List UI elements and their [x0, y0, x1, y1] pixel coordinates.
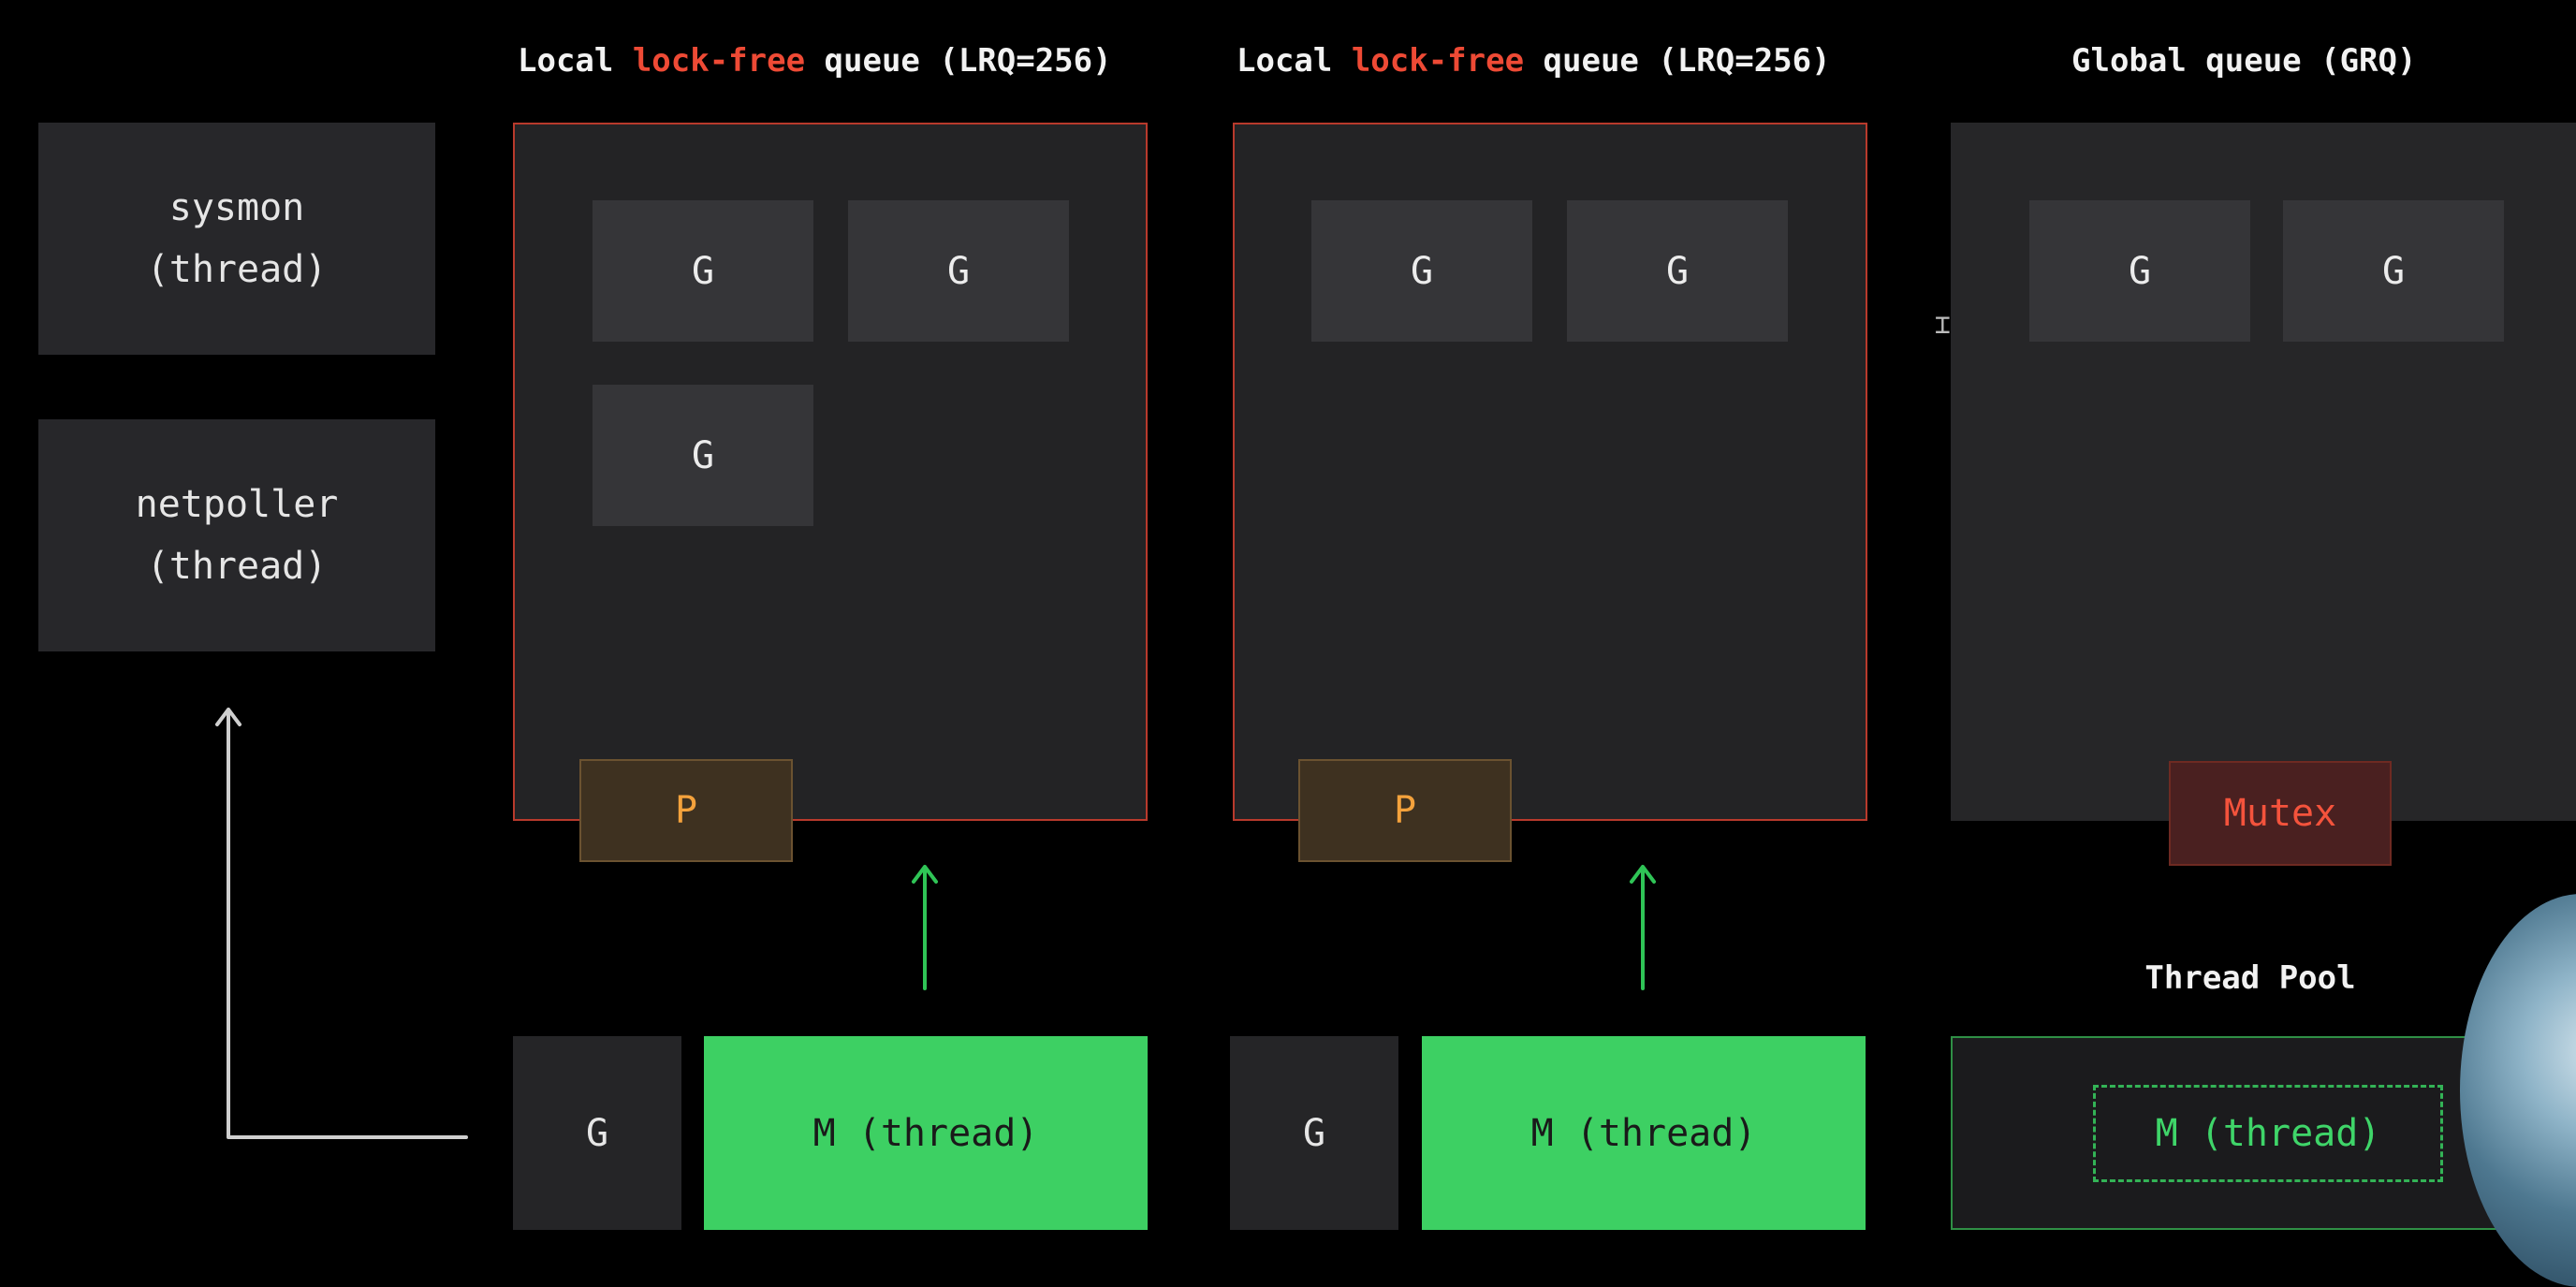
text-cursor-icon: ⌶ [1935, 309, 1951, 340]
arrow-m2-to-p2 [1630, 865, 1656, 990]
connector-arrows [215, 708, 1656, 1139]
arrow-m1-to-p1 [912, 865, 938, 990]
arrow-to-netpoller [215, 708, 468, 1139]
